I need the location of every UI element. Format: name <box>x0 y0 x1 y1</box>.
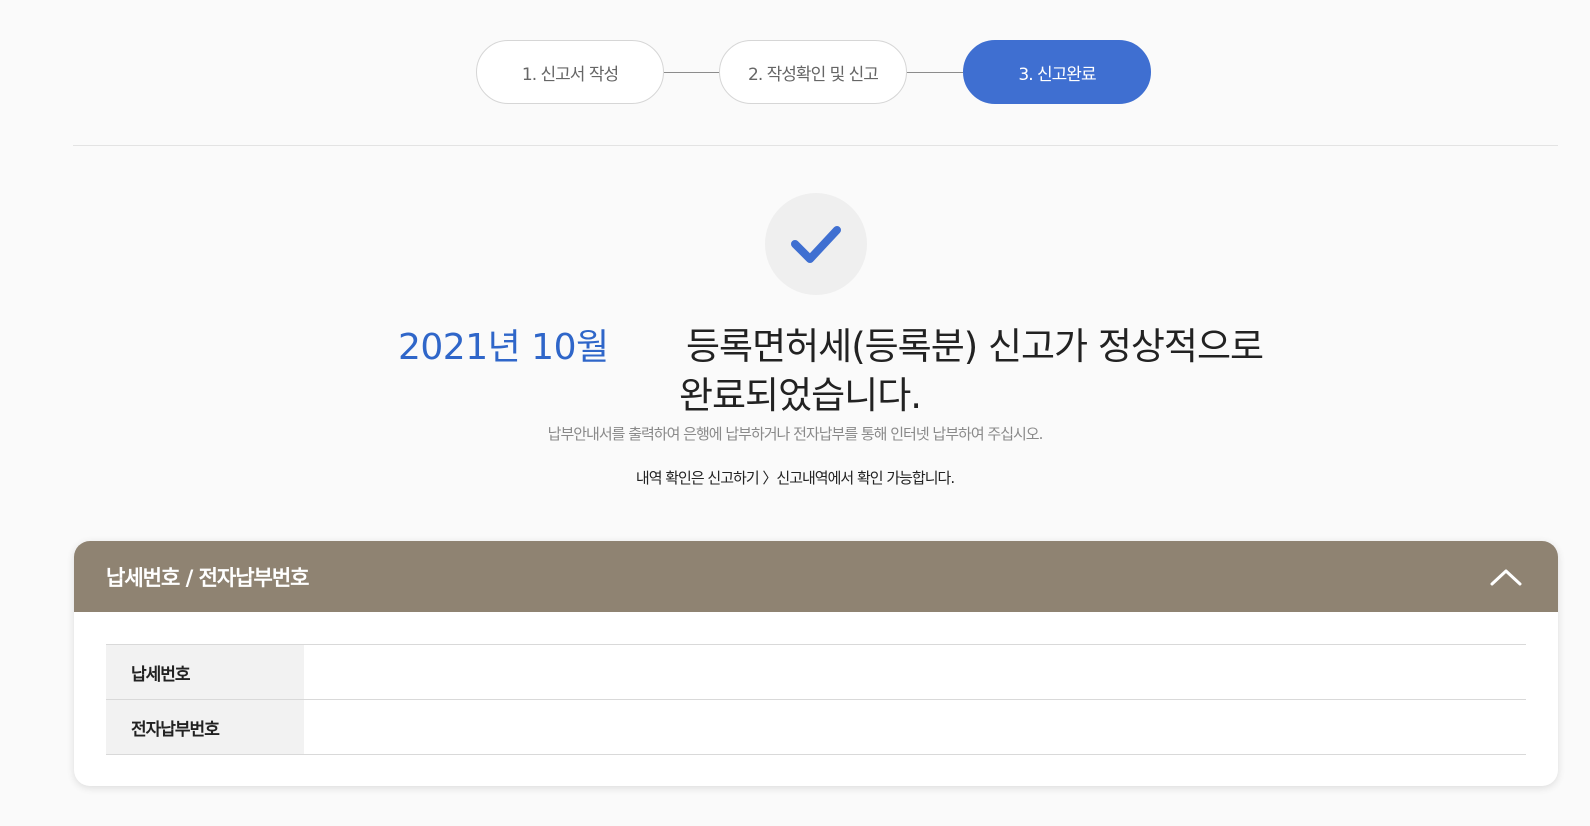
headline-message: 등록면허세(등록분) 신고가 정상적으로 <box>686 325 1264 368</box>
tax-number-label: 납세번호 <box>106 644 304 700</box>
check-icon <box>765 193 867 295</box>
history-info-text: 내역 확인은 신고하기 〉신고내역에서 확인 가능합니다. <box>635 469 955 487</box>
panel-title: 납세번호 / 전자납부번호 <box>106 565 309 590</box>
step-2: 2. 작성확인 및 신고 <box>719 40 907 104</box>
divider <box>73 145 1558 146</box>
table-row: 납세번호 <box>106 644 1526 700</box>
headline: 2021년 10월 등록면허세(등록분) 신고가 정상적으로 <box>0 312 1590 368</box>
step-3-active: 3. 신고완료 <box>963 40 1151 104</box>
step-connector <box>664 72 719 73</box>
report-date: 2021년 10월 <box>398 327 609 368</box>
step-connector <box>907 72 963 73</box>
headline-message-line2: 완료되었습니다. <box>678 374 922 417</box>
tax-number-value <box>304 644 1526 700</box>
e-payment-number-value <box>304 699 1526 755</box>
panel-header: 납세번호 / 전자납부번호 <box>74 541 1558 612</box>
payment-guide-text: 납부안내서를 출력하여 은행에 납부하거나 전자납부를 통해 인터넷 납부하여 … <box>547 425 1044 443</box>
tax-number-table: 납세번호 전자납부번호 <box>106 644 1526 755</box>
tax-number-panel: 납세번호 / 전자납부번호 납세번호 전자납부번호 <box>74 541 1558 786</box>
step-progress: 1. 신고서 작성 2. 작성확인 및 신고 3. 신고완료 <box>0 40 1590 106</box>
table-row: 전자납부번호 <box>106 699 1526 755</box>
step-1: 1. 신고서 작성 <box>476 40 664 104</box>
chevron-up-icon[interactable] <box>1486 557 1526 597</box>
e-payment-number-label: 전자납부번호 <box>106 699 304 755</box>
